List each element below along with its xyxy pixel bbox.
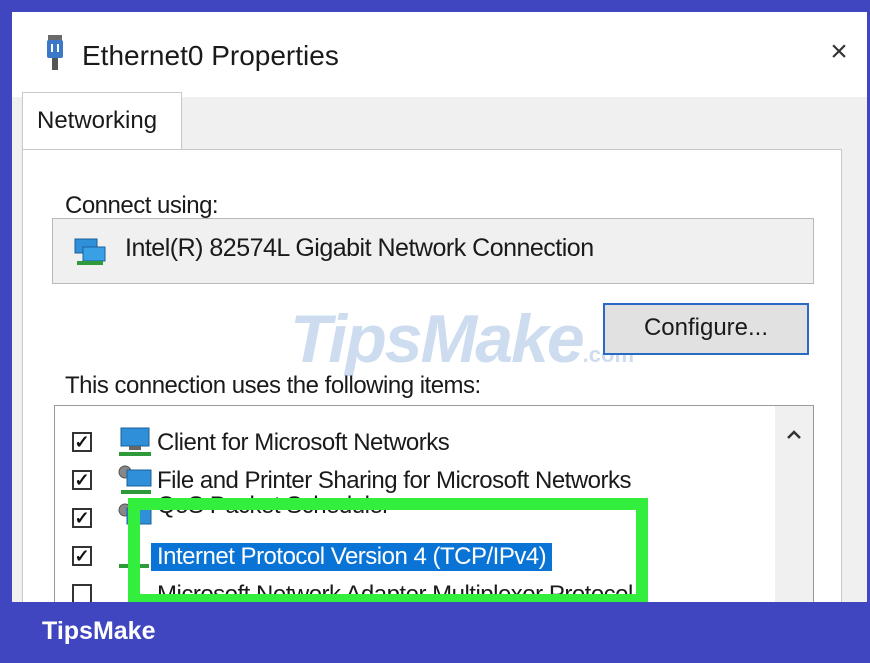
item-label: File and Printer Sharing for Microsoft N… — [157, 467, 632, 494]
watermark: TipsMake.com — [290, 300, 634, 378]
item-label: Client for Microsoft Networks — [157, 429, 450, 456]
footer-brand: TipsMake — [42, 617, 156, 645]
highlight-box — [128, 498, 648, 606]
network-adapter-icon — [74, 238, 106, 265]
tab-networking[interactable]: Networking — [22, 92, 182, 150]
adapter-name: Intel(R) 82574L Gigabit Network Connecti… — [125, 234, 594, 262]
ethernet-connector-icon — [47, 35, 63, 70]
item-checkbox[interactable]: ✓ — [72, 546, 92, 566]
configure-button[interactable]: Configure... — [603, 303, 809, 355]
connect-using-label: Connect using: — [65, 192, 219, 219]
close-button[interactable]: × — [819, 32, 859, 72]
chevron-up-icon[interactable] — [783, 424, 805, 446]
list-scrollbar[interactable] — [775, 406, 813, 604]
list-item[interactable]: ✓ Client for Microsoft Networks — [55, 424, 775, 462]
footer-bar: TipsMake — [0, 602, 870, 663]
item-checkbox[interactable]: ✓ — [72, 508, 92, 528]
item-checkbox[interactable]: ✓ — [72, 432, 92, 452]
adapter-field: Intel(R) 82574L Gigabit Network Connecti… — [52, 218, 814, 284]
window-title: Ethernet0 Properties — [82, 40, 339, 71]
items-label: This connection uses the following items… — [65, 372, 481, 399]
item-checkbox[interactable]: ✓ — [72, 470, 92, 490]
file-printer-sharing-icon — [118, 465, 152, 494]
title-bar: Ethernet0 Properties × — [12, 12, 867, 97]
network-client-icon — [119, 427, 151, 456]
watermark-brand: TipsMake — [290, 301, 585, 377]
item-checkbox[interactable] — [72, 584, 92, 604]
